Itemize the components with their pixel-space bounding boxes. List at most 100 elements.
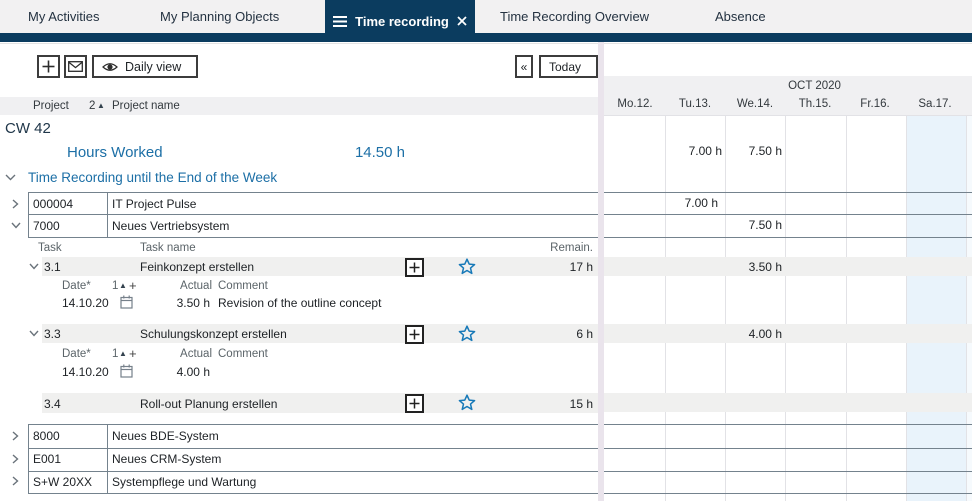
plus-icon — [409, 262, 420, 273]
add-time-entry-button[interactable] — [405, 325, 424, 344]
column-task[interactable]: Task — [38, 242, 62, 254]
row-border — [28, 192, 29, 238]
row-border — [28, 424, 598, 425]
project-name[interactable]: Neues BDE-System — [112, 429, 219, 443]
project-id[interactable]: 000004 — [33, 197, 73, 211]
content-divider — [0, 43, 972, 44]
expand-project-8000-icon[interactable] — [12, 431, 19, 441]
entry-actual-hours[interactable]: 4.00 h — [150, 365, 210, 379]
column-date[interactable]: Date* — [62, 280, 91, 292]
column-actual[interactable]: Actual — [152, 280, 212, 292]
tab-time-recording-overview[interactable]: Time Recording Overview — [500, 0, 649, 33]
row-border — [28, 493, 598, 494]
task-remaining-hours: 17 h — [523, 260, 593, 274]
hamburger-menu-icon[interactable] — [333, 16, 347, 27]
task-name: Roll-out Planung erstellen — [140, 397, 277, 411]
task-row-3-1[interactable] — [42, 257, 598, 276]
project-name[interactable]: Neues Vertriebsystem — [112, 219, 229, 233]
today-button[interactable]: Today — [539, 55, 598, 78]
view-mode-select[interactable]: Daily view — [92, 55, 198, 78]
grid-row-line — [604, 448, 972, 449]
mail-button[interactable] — [64, 55, 87, 78]
expand-project-000004-icon[interactable] — [12, 199, 19, 209]
saturday-column-highlight — [906, 115, 966, 501]
grid-column-line — [665, 115, 666, 501]
entry-date[interactable]: 14.10.20 — [62, 365, 109, 379]
project-id[interactable]: E001 — [33, 452, 61, 466]
tab-my-planning-objects[interactable]: My Planning Objects — [160, 0, 279, 33]
task-row-3-4[interactable] — [42, 393, 598, 413]
grid-column-line — [785, 115, 786, 501]
favorite-star-icon[interactable] — [458, 258, 476, 275]
entry-sort-number[interactable]: 1 — [112, 280, 118, 292]
day-header-we[interactable]: We.14. — [725, 98, 785, 110]
task-remaining-hours: 15 h — [523, 397, 593, 411]
tab-my-activities[interactable]: My Activities — [28, 0, 100, 33]
task-remaining-hours: 6 h — [523, 327, 593, 341]
column-comment[interactable]: Comment — [218, 280, 268, 292]
grid-column-line — [725, 115, 726, 501]
column-actual[interactable]: Actual — [152, 348, 212, 360]
add-time-entry-button[interactable] — [405, 394, 424, 413]
favorite-star-icon[interactable] — [458, 325, 476, 342]
row-border — [28, 424, 29, 494]
tab-time-recording[interactable]: Time recording — [325, 0, 475, 42]
eye-icon — [102, 62, 118, 72]
sort-asc-icon: ▲ — [119, 281, 127, 290]
row-border — [28, 237, 598, 238]
add-entry-icon[interactable]: + — [129, 346, 137, 361]
grid-task-row-strip — [604, 393, 972, 412]
grid-column-line — [846, 115, 847, 501]
calendar-month-label: OCT 2020 — [604, 80, 972, 92]
day-header-sa[interactable]: Sa.17. — [905, 98, 965, 110]
column-task-name[interactable]: Task name — [140, 242, 196, 254]
task-name: Schulungskonzept erstellen — [140, 327, 287, 341]
expand-project-sw20xx-icon[interactable] — [12, 476, 19, 486]
project-name[interactable]: Systempflege und Wartung — [112, 475, 256, 489]
tab-bar — [0, 0, 972, 33]
calendar-icon[interactable] — [120, 295, 133, 309]
day-header-th[interactable]: Th.15. — [785, 98, 845, 110]
day-header-tu[interactable]: Tu.13. — [665, 98, 725, 110]
project-id[interactable]: S+W 20XX — [33, 475, 92, 489]
expand-project-e001-icon[interactable] — [12, 454, 19, 464]
collapse-project-7000-icon[interactable] — [11, 222, 21, 229]
project-name[interactable]: Neues CRM-System — [112, 452, 221, 466]
project-id[interactable]: 8000 — [33, 429, 60, 443]
close-tab-icon[interactable] — [457, 16, 467, 26]
task-3-1-we-value: 3.50 h — [726, 260, 782, 274]
entry-sort-number[interactable]: 1 — [112, 348, 118, 360]
column-remaining[interactable]: Remain. — [523, 242, 593, 254]
left-table-header: Project 2 ▲ Project name — [0, 97, 598, 115]
favorite-star-icon[interactable] — [458, 394, 476, 411]
task-code: 3.1 — [44, 260, 61, 274]
entry-date[interactable]: 14.10.20 — [62, 296, 109, 310]
day-header-fr[interactable]: Fr.16. — [845, 98, 905, 110]
project-name[interactable]: IT Project Pulse — [112, 197, 196, 211]
add-time-entry-button[interactable] — [405, 258, 424, 277]
collapse-task-3-3-icon[interactable] — [29, 330, 39, 337]
previous-period-button[interactable]: « — [515, 55, 533, 78]
project-000004-tu-value: 7.00 h — [662, 196, 718, 210]
row-border — [28, 192, 598, 193]
panel-splitter[interactable] — [598, 42, 604, 501]
tab-absence[interactable]: Absence — [715, 0, 766, 33]
day-header-mo[interactable]: Mo.12. — [605, 98, 665, 110]
calendar-icon[interactable] — [120, 364, 133, 378]
task-row-3-3[interactable] — [42, 324, 598, 343]
add-entry-icon[interactable]: + — [129, 278, 137, 293]
column-comment[interactable]: Comment — [218, 348, 268, 360]
column-project-name[interactable]: Project name — [112, 100, 180, 112]
add-button[interactable] — [37, 55, 60, 78]
column-date[interactable]: Date* — [62, 348, 91, 360]
column-project[interactable]: Project — [33, 100, 69, 112]
collapse-task-3-1-icon[interactable] — [29, 263, 39, 270]
entry-actual-hours[interactable]: 3.50 h — [150, 296, 210, 310]
project-id[interactable]: 7000 — [33, 219, 60, 233]
section-collapse-icon[interactable] — [5, 174, 16, 181]
sort-asc-icon: ▲ — [119, 349, 127, 358]
sort-order-number[interactable]: 2 — [89, 100, 95, 112]
time-recording-app: My Activities My Planning Objects Time r… — [0, 0, 972, 501]
plus-icon — [42, 60, 55, 73]
entry-comment[interactable]: Revision of the outline concept — [218, 296, 381, 310]
